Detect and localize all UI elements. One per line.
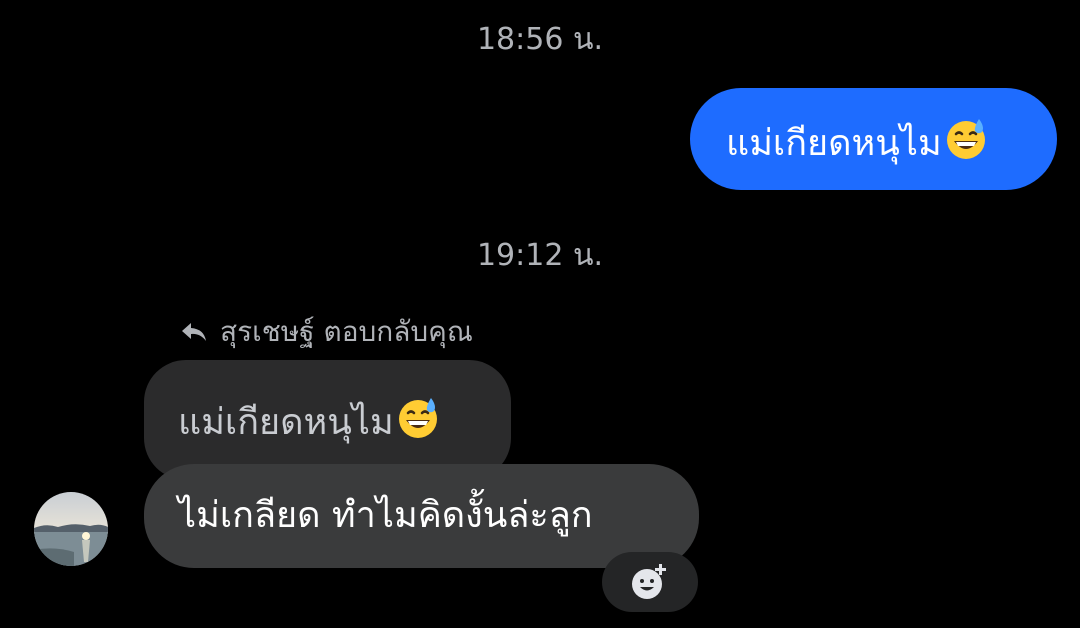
reply-header-text: สุรเชษฐ์ ตอบกลับคุณ	[220, 315, 473, 348]
grinning-face-with-sweat-emoji	[946, 119, 985, 159]
timestamp: 18:56 น.	[476, 22, 604, 57]
grinning-face-with-sweat-emoji	[398, 398, 437, 438]
message-text: แม่เกียดหนุไม	[726, 123, 942, 164]
reply-arrow-icon	[182, 323, 206, 341]
message-text: ไม่เกลียด ทำไมคิดงั้นล่ะลูก	[178, 495, 593, 536]
avatar-photo	[34, 492, 108, 566]
incoming-message-bubble[interactable]: ไม่เกลียด ทำไมคิดงั้นล่ะลูก	[144, 464, 699, 568]
quoted-message-bubble[interactable]: แม่เกียดหนุไม	[144, 360, 511, 480]
reply-header: สุรเชษฐ์ ตอบกลับคุณ	[180, 312, 473, 352]
add-reaction-button[interactable]	[602, 552, 698, 612]
avatar[interactable]	[34, 492, 108, 566]
quoted-message-text: แม่เกียดหนุไม	[178, 402, 394, 443]
add-reaction-icon	[632, 564, 666, 599]
outgoing-message-bubble[interactable]: แม่เกียดหนุไม	[690, 88, 1057, 190]
timestamp: 19:12 น.	[476, 238, 604, 273]
